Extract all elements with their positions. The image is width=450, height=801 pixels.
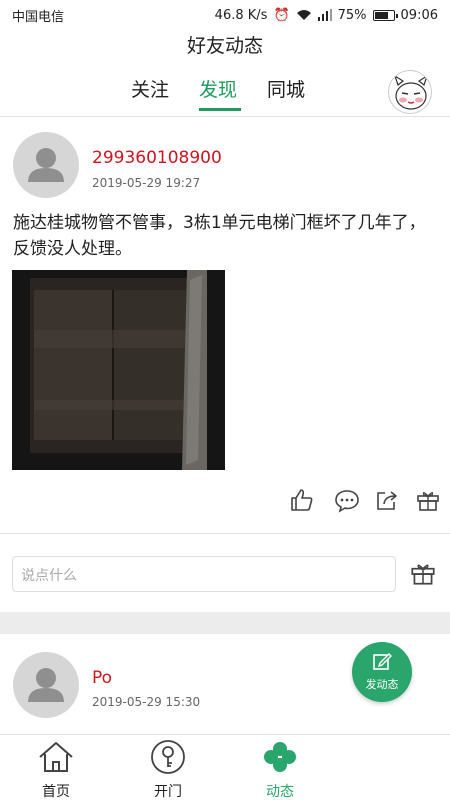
clover-icon xyxy=(264,742,296,772)
nav-open-door-label: 开门 xyxy=(154,784,182,800)
status-bar: 中国电信 46.8 K/s ⏰ 75% 09:06 xyxy=(0,0,450,30)
home-icon xyxy=(39,742,73,772)
post-separator xyxy=(0,612,450,634)
default-user-icon xyxy=(28,148,64,182)
alarm-icon: ⏰ xyxy=(273,7,290,23)
post-content: 施达桂城物管不管事，3栋1单元电梯门框坏了几年了，反馈没人处理。 xyxy=(13,213,426,259)
avatar[interactable] xyxy=(13,132,79,198)
post-username[interactable]: Po xyxy=(92,668,112,688)
cartoon-face-icon xyxy=(393,74,429,110)
edit-icon xyxy=(373,653,392,670)
elevator-door-image xyxy=(12,270,225,470)
default-user-icon xyxy=(28,668,64,702)
clock: 09:06 xyxy=(400,7,438,23)
tabs-divider xyxy=(0,116,450,117)
nav-moments[interactable]: 动态 xyxy=(240,739,320,801)
actions-divider xyxy=(0,533,450,534)
battery-percent: 75% xyxy=(337,7,367,23)
signal-icon xyxy=(317,9,332,21)
key-icon xyxy=(151,740,185,774)
page-title: 好友动态 xyxy=(186,35,263,57)
tab-bar: 关注 发现 同城 xyxy=(0,70,450,114)
bottom-nav: 首页 开门 动态 xyxy=(0,734,450,800)
carrier-label: 中国电信 xyxy=(12,9,65,25)
post-username[interactable]: 299360108900 xyxy=(92,148,222,168)
tab-discover[interactable]: 发现 xyxy=(199,76,237,104)
my-avatar[interactable] xyxy=(388,70,432,114)
post-timestamp: 2019-05-29 15:30 xyxy=(92,695,201,709)
comment-icon[interactable] xyxy=(333,486,361,514)
post-photo[interactable] xyxy=(12,270,225,470)
share-icon[interactable] xyxy=(373,486,401,514)
nav-moments-label: 动态 xyxy=(266,784,294,800)
post-status-label: 发动态 xyxy=(365,678,399,691)
like-icon[interactable] xyxy=(288,486,316,514)
tab-follow[interactable]: 关注 xyxy=(131,76,169,104)
post-status-button[interactable]: 发动态 xyxy=(352,642,412,702)
network-speed: 46.8 K/s xyxy=(214,7,268,23)
wifi-icon xyxy=(296,10,311,20)
comment-input[interactable]: 说点什么 xyxy=(12,556,396,592)
gift-icon[interactable] xyxy=(414,486,442,514)
nav-home[interactable]: 首页 xyxy=(16,739,96,801)
avatar[interactable] xyxy=(13,652,79,718)
post-timestamp: 2019-05-29 19:27 xyxy=(92,176,201,190)
tab-active-indicator xyxy=(199,108,241,111)
status-indicators: 46.8 K/s ⏰ 75% 09:06 xyxy=(215,8,438,23)
nav-home-label: 首页 xyxy=(42,784,70,800)
post-actions xyxy=(288,486,443,518)
battery-level xyxy=(374,11,388,19)
nav-open-door[interactable]: 开门 xyxy=(128,739,208,801)
comment-gift-icon[interactable] xyxy=(408,558,438,588)
battery-icon xyxy=(372,9,398,21)
tab-nearby[interactable]: 同城 xyxy=(267,76,305,104)
